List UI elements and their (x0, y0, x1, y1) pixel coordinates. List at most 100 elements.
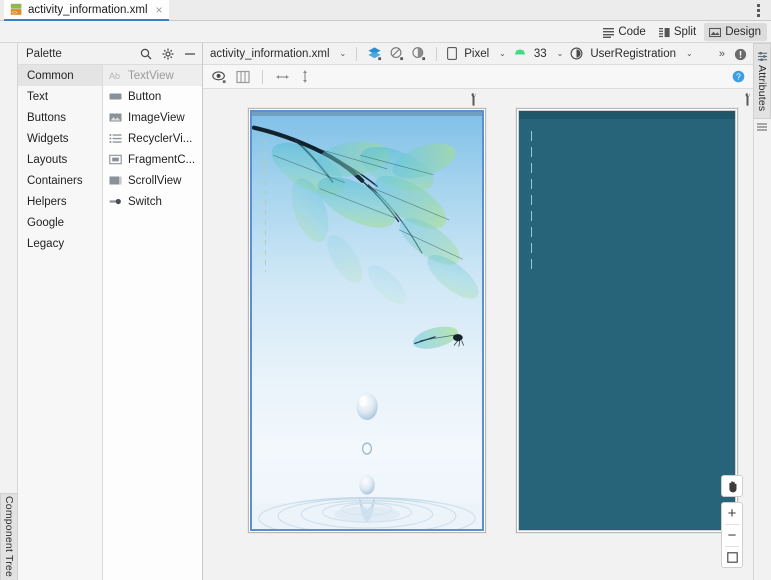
palette-item-recyclerview[interactable]: RecyclerVi... (103, 128, 202, 149)
attributes-stripe-icon[interactable] (756, 121, 768, 133)
chevron-down-icon[interactable]: ⌄ (499, 49, 506, 58)
palette-category-containers[interactable]: Containers (18, 170, 102, 191)
svg-text:?: ? (736, 72, 741, 82)
design-surface: activity_information.xml ⌄ Pixel ⌄ 33 ⌄ … (203, 43, 753, 580)
tab-code[interactable]: Code (598, 23, 652, 41)
palette-category-label: Helpers (27, 195, 67, 208)
zoom-controls: + − (721, 475, 743, 568)
layers-icon[interactable] (367, 46, 382, 61)
palette-category-label: Google (27, 216, 65, 229)
help-question-icon[interactable]: ? (732, 70, 745, 83)
code-lines-icon (603, 27, 615, 38)
tab-split[interactable]: Split (654, 23, 702, 41)
palette-item-textview[interactable]: Ab TextView (103, 65, 202, 86)
palette-item-imageview[interactable]: ImageView (103, 107, 202, 128)
tab-design-label: Design (725, 26, 761, 38)
palette-category-layouts[interactable]: Layouts (18, 149, 102, 170)
pan-hand-button[interactable] (721, 475, 743, 497)
palette-category-label: Text (27, 90, 49, 103)
scrollview-icon (109, 176, 122, 185)
blueprint-guideline (531, 131, 532, 274)
chevron-down-icon[interactable]: ⌄ (557, 49, 564, 58)
left-tool-tabs: Palette Component Tree (0, 43, 203, 580)
palette-item-scrollview[interactable]: ScrollView (103, 170, 202, 191)
palette-item-label: Button (128, 90, 162, 103)
palette-item-label: TextView (128, 69, 174, 82)
divider (262, 69, 263, 84)
attributes-icon (757, 51, 767, 61)
fit-to-screen-icon (726, 551, 738, 563)
tab-design[interactable]: Design (704, 23, 767, 41)
palette-item-label: ImageView (128, 111, 185, 124)
render-settings-wrench-icon[interactable] (742, 93, 753, 106)
palette-category-helpers[interactable]: Helpers (18, 191, 102, 212)
fragmentcontainer-icon (109, 154, 122, 165)
palette-category-label: Widgets (27, 132, 69, 145)
divider (356, 46, 358, 61)
palette-category-legacy[interactable]: Legacy (18, 233, 102, 254)
palette-body: Common Text Buttons Widgets Layouts Cont… (18, 65, 202, 580)
leaf-background-image (252, 125, 482, 529)
android-robot-icon (514, 49, 525, 55)
design-file-name[interactable]: activity_information.xml (210, 48, 330, 60)
blueprint-preview[interactable] (516, 108, 738, 533)
divider (436, 46, 438, 61)
palette-item-label: Switch (128, 195, 162, 208)
sidebar-item-component-tree[interactable]: Component Tree (0, 493, 18, 580)
issues-warning-icon[interactable] (734, 48, 747, 61)
horizontal-arrow-icon[interactable] (275, 71, 290, 83)
palette-category-label: Containers (27, 174, 83, 187)
palette-item-list: Ab TextView Button ImageView RecyclerVi.… (103, 65, 202, 580)
toolbar-overflow-icon[interactable]: » (719, 48, 725, 60)
palette-item-fragmentcontainer[interactable]: FragmentC... (103, 149, 202, 170)
palette-category-buttons[interactable]: Buttons (18, 107, 102, 128)
palette-item-label: ScrollView (128, 174, 182, 187)
api-level-label[interactable]: 33 (534, 48, 547, 60)
rotate-device-icon[interactable] (389, 46, 404, 61)
view-options-icon[interactable] (212, 70, 227, 84)
svg-text:Ab: Ab (109, 71, 120, 81)
minimize-icon[interactable] (184, 48, 196, 60)
zoom-out-button[interactable]: − (722, 525, 742, 546)
palette-item-button[interactable]: Button (103, 86, 202, 107)
vertical-arrow-icon[interactable] (299, 69, 311, 84)
preview-screen[interactable] (250, 110, 484, 531)
right-tool-tabs: Attributes (753, 43, 771, 580)
zoom-fit-button[interactable] (722, 547, 742, 567)
zoom-in-button[interactable]: + (722, 503, 742, 524)
palette-category-list: Common Text Buttons Widgets Layouts Cont… (18, 65, 103, 580)
editor-tab-activity-information[interactable]: <> activity_information.xml × (4, 0, 169, 21)
design-view-toolbar: ? (203, 65, 753, 89)
night-mode-icon[interactable] (411, 46, 426, 61)
pan-hand-icon (728, 480, 736, 492)
more-options-icon[interactable] (753, 3, 763, 18)
palette-header: Palette (18, 43, 202, 65)
palette-item-switch[interactable]: Switch (103, 191, 202, 212)
textview-icon: Ab (109, 71, 120, 81)
rendered-preview[interactable] (248, 108, 486, 533)
palette-category-common[interactable]: Common (18, 65, 102, 86)
palette-category-widgets[interactable]: Widgets (18, 128, 102, 149)
gear-icon[interactable] (162, 48, 174, 60)
sidebar-item-attributes[interactable]: Attributes (753, 43, 771, 119)
theme-icon (570, 47, 583, 60)
design-canvas[interactable]: + − (203, 90, 753, 580)
editor-tab-label: activity_information.xml (28, 3, 148, 16)
chevron-down-icon[interactable]: ⌄ (686, 49, 693, 58)
chevron-down-icon[interactable]: ⌄ (340, 49, 347, 58)
close-icon[interactable]: × (156, 3, 163, 17)
search-icon[interactable] (140, 48, 152, 60)
palette-category-text[interactable]: Text (18, 86, 102, 107)
theme-label[interactable]: UserRegistration (590, 48, 676, 60)
guidelines-icon[interactable] (236, 70, 250, 84)
sidebar-item-component-tree-label: Component Tree (3, 496, 15, 578)
device-label[interactable]: Pixel (464, 48, 489, 60)
render-settings-wrench-icon[interactable] (468, 93, 479, 106)
palette-category-label: Layouts (27, 153, 68, 166)
recyclerview-icon (109, 134, 122, 143)
blueprint-surface[interactable] (518, 110, 736, 531)
editor-tabstrip: <> activity_information.xml × (0, 0, 771, 21)
split-view-icon (658, 27, 670, 37)
switch-icon (109, 198, 121, 205)
palette-category-google[interactable]: Google (18, 212, 102, 233)
